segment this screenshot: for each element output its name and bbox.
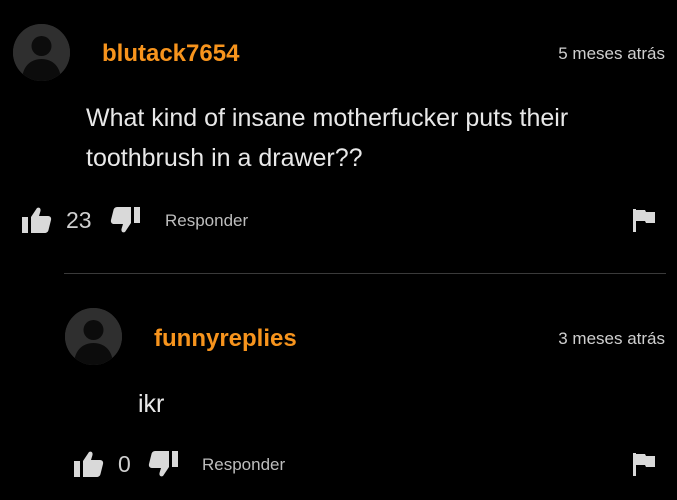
comment-text-line: toothbrush in a drawer??: [86, 144, 363, 172]
username[interactable]: funnyreplies: [154, 325, 297, 353]
flag-icon[interactable]: [632, 452, 656, 476]
timestamp: 5 meses atrás: [558, 44, 665, 63]
thumbs-down-icon[interactable]: [148, 450, 178, 478]
avatar[interactable]: [13, 24, 70, 81]
like-count: 23: [66, 207, 92, 233]
comment-text-line: What kind of insane motherfucker puts th…: [86, 104, 569, 132]
flag-icon[interactable]: [632, 208, 656, 232]
reply-button[interactable]: Responder: [165, 211, 248, 231]
avatar[interactable]: [65, 308, 122, 365]
thumbs-down-icon[interactable]: [110, 206, 140, 234]
avatar-silhouette-icon: [65, 308, 122, 365]
reply-button[interactable]: Responder: [202, 455, 285, 475]
like-count: 0: [118, 451, 131, 477]
comment-text-line: ikr: [138, 390, 165, 418]
username[interactable]: blutack7654: [102, 40, 239, 68]
divider: [64, 273, 666, 274]
thumbs-up-icon[interactable]: [22, 206, 52, 234]
avatar-silhouette-icon: [13, 24, 70, 81]
timestamp: 3 meses atrás: [558, 329, 665, 348]
thumbs-up-icon[interactable]: [74, 450, 104, 478]
